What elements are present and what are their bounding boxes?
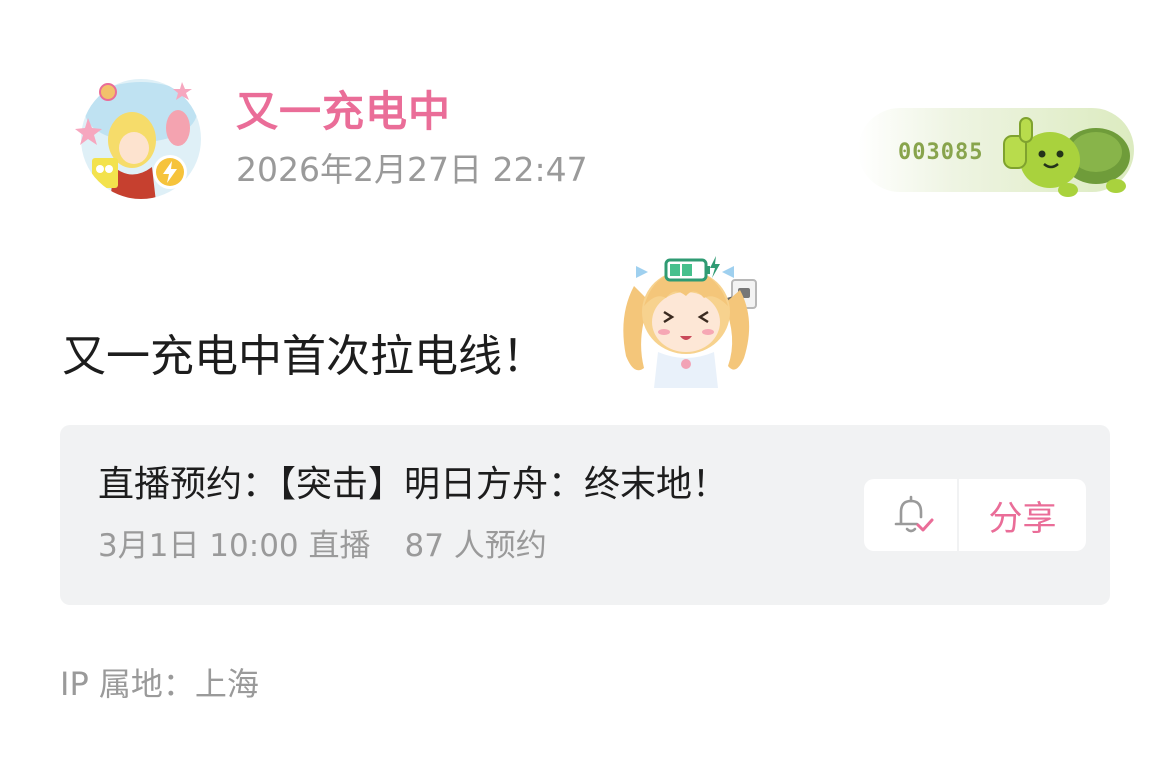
charging-girl-sticker	[614, 246, 760, 388]
lightning-icon	[153, 155, 187, 189]
share-button[interactable]: 分享	[959, 479, 1086, 551]
post-time: 2026年2月27日 22:47	[236, 150, 588, 189]
post-text: 又一充电中首次拉电线！	[62, 331, 546, 382]
live-reservation-title: 直播预约：【突击】明日方舟：终末地！	[98, 464, 729, 505]
live-reservation-card[interactable]: 直播预约：【突击】明日方舟：终末地！ 3月1日 10:00 直播 87 人预约 分…	[60, 425, 1110, 605]
bell-check-icon	[894, 495, 933, 533]
fan-badge-number: 003085	[898, 140, 984, 165]
avatar-image	[75, 79, 201, 199]
card-actions: 分享	[864, 479, 1086, 551]
username[interactable]: 又一充电中	[236, 84, 451, 140]
reserve-button[interactable]	[864, 479, 957, 551]
fan-badge[interactable]: 003085	[858, 94, 1142, 206]
reservation-count: 87 人预约	[404, 528, 547, 564]
ip-location: IP 属地：上海	[60, 665, 259, 703]
avatar[interactable]	[74, 72, 208, 206]
live-reservation-meta: 3月1日 10:00 直播 87 人预约	[98, 525, 547, 567]
live-start-time: 3月1日 10:00 直播	[98, 528, 371, 564]
